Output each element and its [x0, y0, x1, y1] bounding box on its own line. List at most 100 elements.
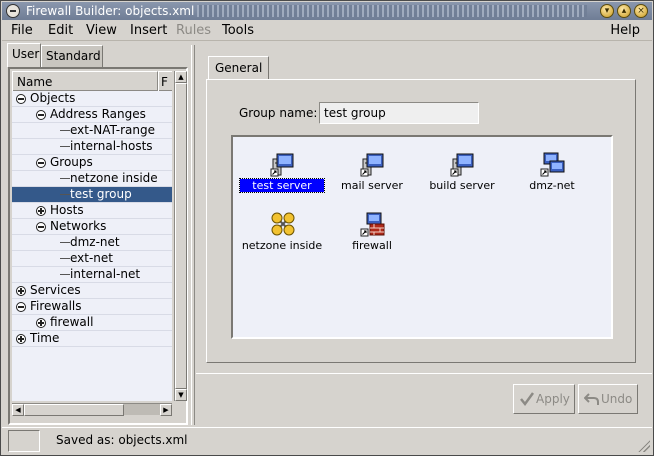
tab-user[interactable]: User — [7, 43, 41, 67]
collapse-icon[interactable] — [36, 222, 46, 232]
resize-grip-icon[interactable] — [638, 440, 650, 452]
tree-header: Name F — [12, 71, 172, 91]
collapse-icon[interactable] — [16, 94, 26, 104]
tab-standard[interactable]: Standard — [41, 45, 103, 67]
scroll-down-icon[interactable]: ▼ — [175, 389, 187, 401]
tree-item[interactable]: Networks — [12, 219, 172, 235]
group-member[interactable]: build server — [417, 151, 507, 203]
collapse-icon[interactable] — [16, 302, 26, 312]
tree-item[interactable]: dmz-net — [12, 235, 172, 251]
tree-item-label: Address Ranges — [50, 107, 146, 121]
expand-icon[interactable] — [16, 334, 26, 344]
group-member[interactable]: netzone inside — [237, 211, 327, 263]
tree-connector — [60, 130, 70, 131]
window-title: Firewall Builder: objects.xml — [26, 4, 195, 18]
scroll-up-icon[interactable]: ▲ — [175, 71, 187, 83]
tree-item[interactable]: Services — [12, 283, 172, 299]
tree-item[interactable]: ext-NAT-range — [12, 123, 172, 139]
group-member[interactable]: dmz-net — [507, 151, 597, 203]
expand-icon[interactable] — [36, 318, 46, 328]
menu-view[interactable]: View — [86, 23, 117, 38]
tree-item[interactable]: internal-net — [12, 267, 172, 283]
tab-general[interactable]: General — [208, 56, 270, 80]
title-bar[interactable]: Firewall Builder: objects.xml ▾ ▴ × — [2, 2, 652, 20]
tree-item-label: Services — [30, 283, 81, 297]
tree-connector — [60, 274, 70, 275]
tree-connector — [60, 258, 70, 259]
tree-item-label: Firewalls — [30, 299, 82, 313]
menu-edit[interactable]: Edit — [48, 23, 73, 38]
group-member-text: firewall — [352, 239, 392, 252]
collapse-icon[interactable] — [36, 158, 46, 168]
group-member[interactable]: mail server — [327, 151, 417, 203]
tree-item[interactable]: Firewalls — [12, 299, 172, 315]
tree-item-label: Time — [30, 331, 60, 345]
expand-icon[interactable] — [16, 286, 26, 296]
group-member-text: mail server — [341, 179, 403, 192]
tree-item-label: ext-net — [70, 251, 114, 265]
hscroll-thumb[interactable] — [24, 404, 124, 416]
tree-connector — [60, 242, 70, 243]
scroll-left-icon[interactable]: ◀ — [12, 404, 24, 416]
tree-item[interactable]: Objects — [12, 91, 172, 107]
tree-item-label: firewall — [50, 315, 94, 329]
object-tree: Objects Address Ranges ext-NAT-range intern… — [12, 91, 172, 401]
tree-item-label: Groups — [50, 155, 93, 169]
tree-item-label: netzone inside — [70, 171, 158, 185]
tree-item-label: test group — [70, 187, 132, 201]
tree-item-label: Objects — [30, 91, 76, 105]
collapse-icon[interactable] — [36, 110, 46, 120]
tree-item[interactable]: Address Ranges — [12, 107, 172, 123]
tree-item[interactable]: ext-net — [12, 251, 172, 267]
tree-item[interactable]: netzone inside — [12, 171, 172, 187]
tree-item[interactable]: Hosts — [12, 203, 172, 219]
tree-vertical-scrollbar[interactable]: ▲ ▼ — [174, 71, 187, 401]
menu-tools[interactable]: Tools — [222, 23, 254, 38]
host-icon — [450, 151, 476, 177]
tree-connector — [60, 178, 70, 179]
panel-splitter[interactable] — [191, 45, 195, 425]
group-name-label: Group name: — [239, 106, 318, 120]
tree-item[interactable]: Time — [12, 331, 172, 347]
title-grip — [197, 5, 587, 17]
divider — [196, 373, 652, 374]
scroll-right-icon[interactable]: ▶ — [160, 404, 172, 416]
expand-icon[interactable] — [36, 206, 46, 216]
apply-button[interactable]: Apply — [513, 384, 575, 414]
tree-item-label: dmz-net — [70, 235, 120, 249]
tree-item-label: internal-net — [70, 267, 141, 281]
tree-item[interactable]: firewall — [12, 315, 172, 331]
group-name-input[interactable] — [319, 102, 479, 124]
tree-horizontal-scrollbar[interactable]: ◀ ▶ — [12, 403, 172, 416]
undo-icon — [584, 393, 599, 405]
group-members-view: test server mail server build server dmz-ne… — [231, 135, 613, 339]
tree-connector — [60, 194, 70, 195]
menu-file[interactable]: File — [11, 23, 33, 38]
tree-item-label: internal-hosts — [70, 139, 153, 153]
group-member-label: test server — [237, 178, 327, 193]
tree-item[interactable]: test group — [12, 187, 172, 203]
menu-help[interactable]: Help — [610, 23, 640, 38]
undo-button[interactable]: Undo — [578, 384, 638, 414]
column-header-second[interactable]: F — [158, 71, 172, 91]
tree-item[interactable]: Groups — [12, 155, 172, 171]
checkmark-icon — [520, 392, 535, 407]
object-tree-panel: Name F Objects Address Ranges ext-NAT-rang… — [8, 67, 188, 425]
window-menu-icon[interactable] — [6, 4, 20, 18]
status-text: Saved as: objects.xml — [56, 433, 188, 447]
tree-item[interactable]: internal-hosts — [12, 139, 172, 155]
minimize-icon[interactable]: ▾ — [600, 4, 614, 18]
group-member[interactable]: firewall — [327, 211, 417, 263]
host-icon — [270, 151, 296, 177]
group-member[interactable]: test server — [237, 151, 327, 203]
menu-insert[interactable]: Insert — [130, 23, 167, 38]
tree-connector — [60, 146, 70, 147]
menu-rules[interactable]: Rules — [176, 23, 211, 38]
close-icon[interactable]: × — [634, 4, 648, 18]
scroll-thumb[interactable] — [175, 83, 187, 389]
tree-item-label: Hosts — [50, 203, 84, 217]
undo-label: Undo — [601, 392, 633, 406]
maximize-icon[interactable]: ▴ — [617, 4, 631, 18]
group-member-text: test server — [239, 178, 325, 193]
column-header-name[interactable]: Name — [12, 71, 158, 91]
